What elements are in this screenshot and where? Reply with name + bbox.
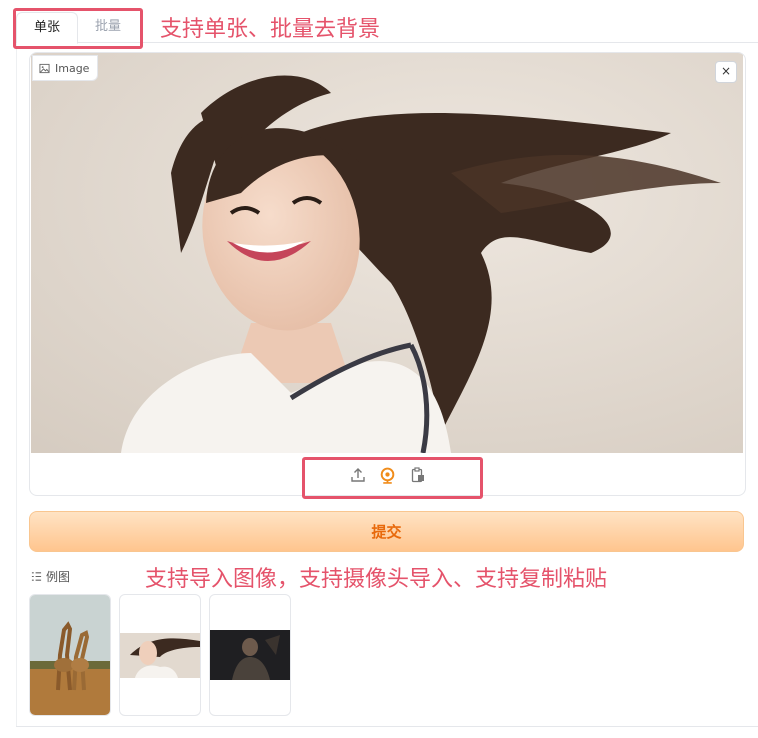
examples-label-text: 例图 bbox=[46, 570, 71, 584]
container-border bbox=[16, 42, 17, 726]
image-icon bbox=[39, 63, 50, 73]
toolbar-highlight-box bbox=[302, 457, 483, 499]
example-thumbnail-dark-figure[interactable] bbox=[209, 594, 291, 716]
example-thumbnail-giraffes[interactable] bbox=[29, 594, 111, 716]
clear-image-button[interactable]: × bbox=[715, 61, 737, 83]
uploaded-photo bbox=[31, 53, 743, 453]
tabs-highlight-box bbox=[13, 8, 143, 49]
examples-label: 例图 bbox=[31, 568, 70, 585]
list-icon bbox=[31, 572, 42, 581]
container-bottom-border bbox=[16, 726, 758, 727]
image-label: Image bbox=[32, 55, 99, 81]
image-label-text: Image bbox=[55, 61, 90, 75]
submit-button[interactable]: 提交 bbox=[29, 511, 744, 552]
example-thumbnail-portrait[interactable] bbox=[119, 594, 201, 716]
annotation-top: 支持单张、批量去背景 bbox=[160, 17, 381, 42]
image-input-panel: Image × bbox=[29, 52, 746, 496]
annotation-middle: 支持导入图像，支持摄像头导入、支持复制粘贴 bbox=[145, 567, 608, 592]
